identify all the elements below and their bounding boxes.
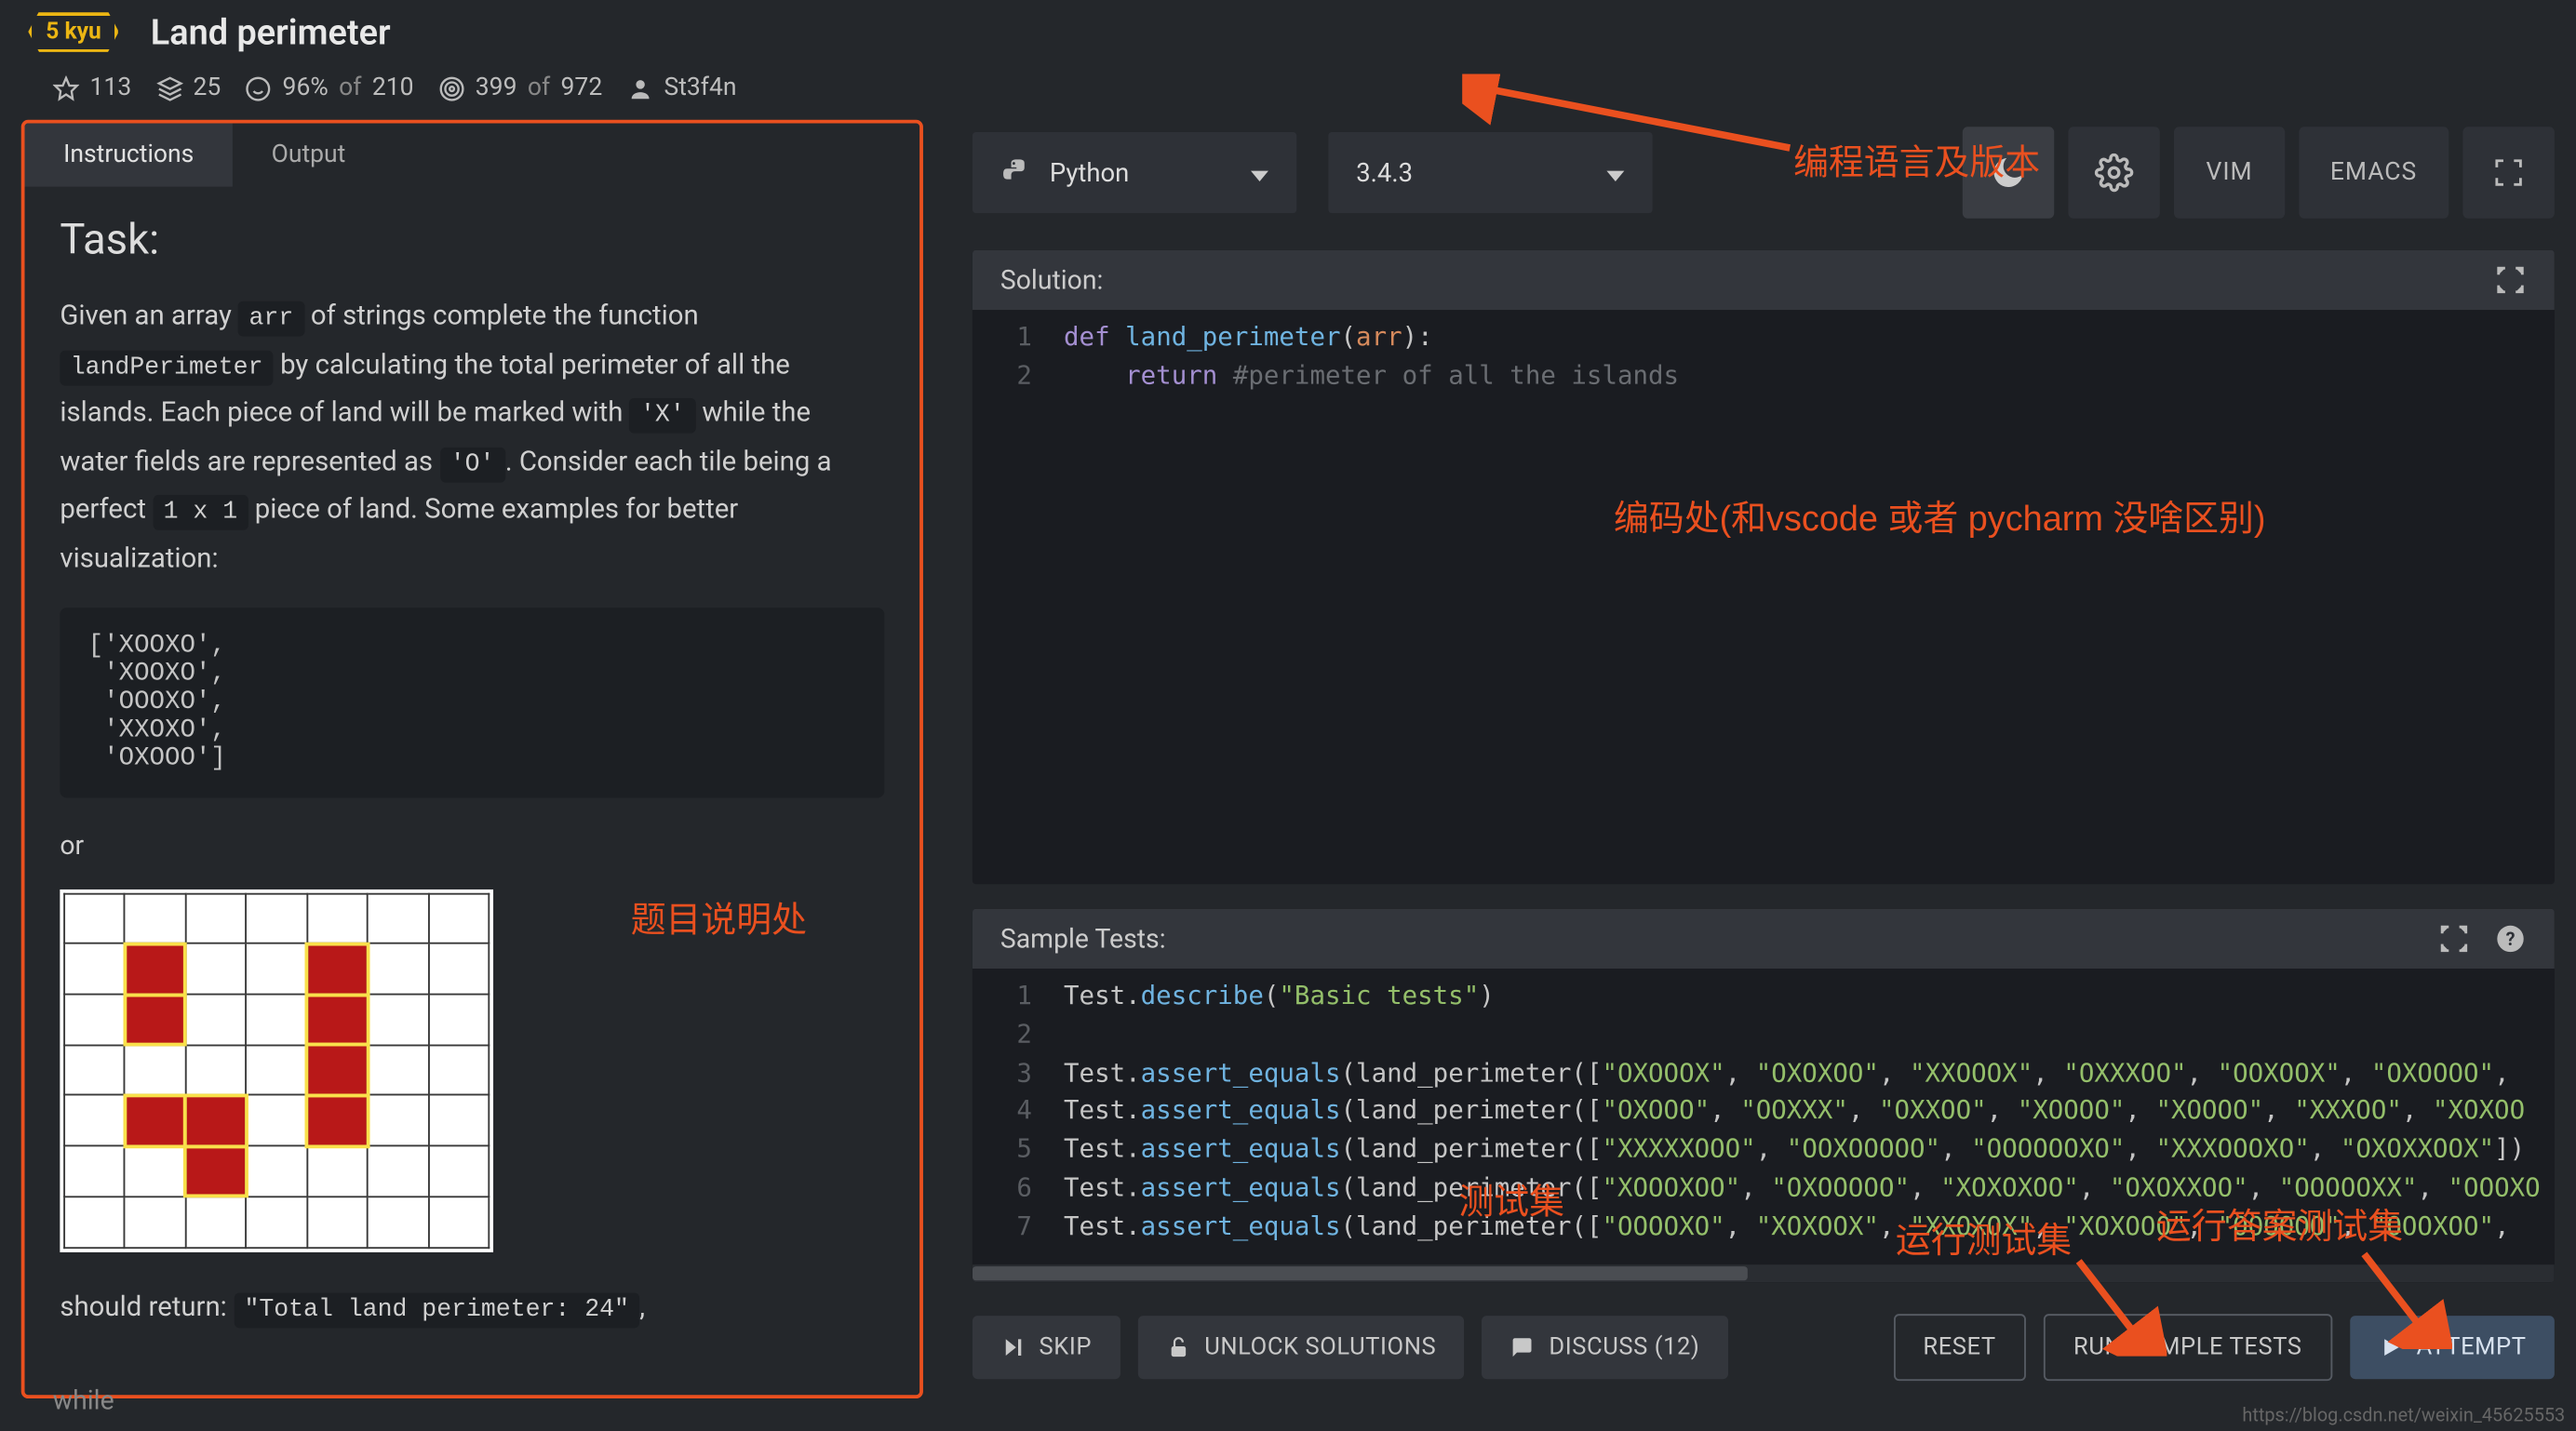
- tests-label: Sample Tests:: [1000, 923, 1166, 955]
- code-x: 'X': [630, 398, 695, 434]
- skip-icon: [1000, 1335, 1026, 1360]
- language-dropdown[interactable]: Python: [973, 132, 1296, 213]
- run-sample-tests-button[interactable]: RUN SAMPLE TESTS: [2044, 1314, 2332, 1381]
- line-numbers: 1 2: [973, 310, 1050, 884]
- code-arr: arr: [238, 301, 303, 337]
- fullscreen-top[interactable]: [2462, 127, 2554, 218]
- reset-button[interactable]: RESET: [1893, 1314, 2026, 1381]
- play-icon: [2378, 1335, 2403, 1360]
- desc-tabs: Instructions Output: [25, 124, 919, 187]
- description-panel: Instructions Output Task: Given an array…: [21, 120, 923, 1398]
- solution-label: Solution:: [1000, 264, 1104, 296]
- chevron-down-icon: [1251, 157, 1268, 187]
- task-heading: Task:: [60, 215, 884, 264]
- user-icon: [627, 74, 653, 100]
- tab-output[interactable]: Output: [233, 124, 384, 187]
- stats-bar: 113 25 96% of 210 399 of 972 St3f4n: [0, 67, 2576, 120]
- example-array: ['XOOXO', 'XOOXO', 'OOOXO', 'XXOXO', 'OX…: [60, 607, 884, 796]
- python-icon: [1000, 156, 1032, 188]
- chevron-down-icon: [1606, 157, 1624, 187]
- theme-toggle[interactable]: [1963, 127, 2054, 218]
- solution-editor[interactable]: 1 2 def land_perimeter(arr): return #per…: [973, 310, 2555, 884]
- unlock-icon: [1166, 1335, 1191, 1360]
- code-content[interactable]: Test.describe("Basic tests") Test.assert…: [1050, 969, 2555, 1282]
- expand-icon[interactable]: [2438, 923, 2470, 955]
- or-text: or: [60, 829, 884, 861]
- discuss-button[interactable]: DISCUSS (12): [1482, 1316, 1727, 1379]
- moon-icon: [1990, 154, 2029, 193]
- code-landperimeter: landPerimeter: [60, 350, 273, 385]
- stat-completions[interactable]: 399 of 972: [438, 74, 602, 102]
- attempt-button[interactable]: ATTEMPT: [2350, 1316, 2555, 1379]
- star-icon: [53, 74, 79, 100]
- line-numbers: 1 2 3 4 5 6 7: [973, 969, 1050, 1282]
- tab-instructions[interactable]: Instructions: [25, 124, 233, 187]
- emacs-mode[interactable]: EMACS: [2299, 127, 2449, 218]
- layers-icon: [156, 74, 182, 100]
- cutoff-text: while: [53, 1384, 114, 1416]
- help-icon[interactable]: ?: [2494, 923, 2526, 955]
- stat-stacks[interactable]: 25: [156, 74, 221, 102]
- smile-icon: [246, 74, 272, 100]
- comment-icon: [1510, 1335, 1536, 1360]
- kyu-badge: 5 kyu: [28, 11, 118, 52]
- should-return: should return: "Total land perimeter: 24…: [60, 1283, 884, 1331]
- watermark: https://blog.csdn.net/weixin_45625553: [2242, 1404, 2565, 1427]
- stat-author[interactable]: St3f4n: [627, 74, 737, 102]
- svg-text:?: ?: [2506, 929, 2516, 950]
- code-content[interactable]: def land_perimeter(arr): return #perimet…: [1050, 310, 2555, 884]
- task-paragraph: Given an array arr of strings complete t…: [60, 292, 884, 582]
- unlock-solutions-button[interactable]: UNLOCK SOLUTIONS: [1137, 1316, 1464, 1379]
- horizontal-scrollbar[interactable]: [973, 1264, 2555, 1282]
- island-grid: [60, 889, 493, 1251]
- vim-mode[interactable]: VIM: [2174, 127, 2284, 218]
- expand-icon: [2493, 156, 2525, 188]
- result-string: "Total land perimeter: 24": [234, 1292, 639, 1328]
- version-dropdown[interactable]: 3.4.3: [1328, 132, 1652, 213]
- settings-button[interactable]: [2069, 127, 2160, 218]
- stat-satisfaction[interactable]: 96% of 210: [246, 74, 414, 102]
- skip-button[interactable]: SKIP: [973, 1316, 1120, 1379]
- gear-icon: [2095, 154, 2134, 193]
- kata-title: Land perimeter: [151, 10, 391, 52]
- expand-icon[interactable]: [2494, 264, 2526, 296]
- code-o: 'O': [439, 447, 504, 482]
- code-1x1: 1 x 1: [153, 495, 248, 530]
- stat-favorites[interactable]: 113: [53, 74, 131, 102]
- tests-editor[interactable]: 1 2 3 4 5 6 7 Test.describe("Basic tests…: [973, 969, 2555, 1282]
- target-icon: [438, 74, 464, 100]
